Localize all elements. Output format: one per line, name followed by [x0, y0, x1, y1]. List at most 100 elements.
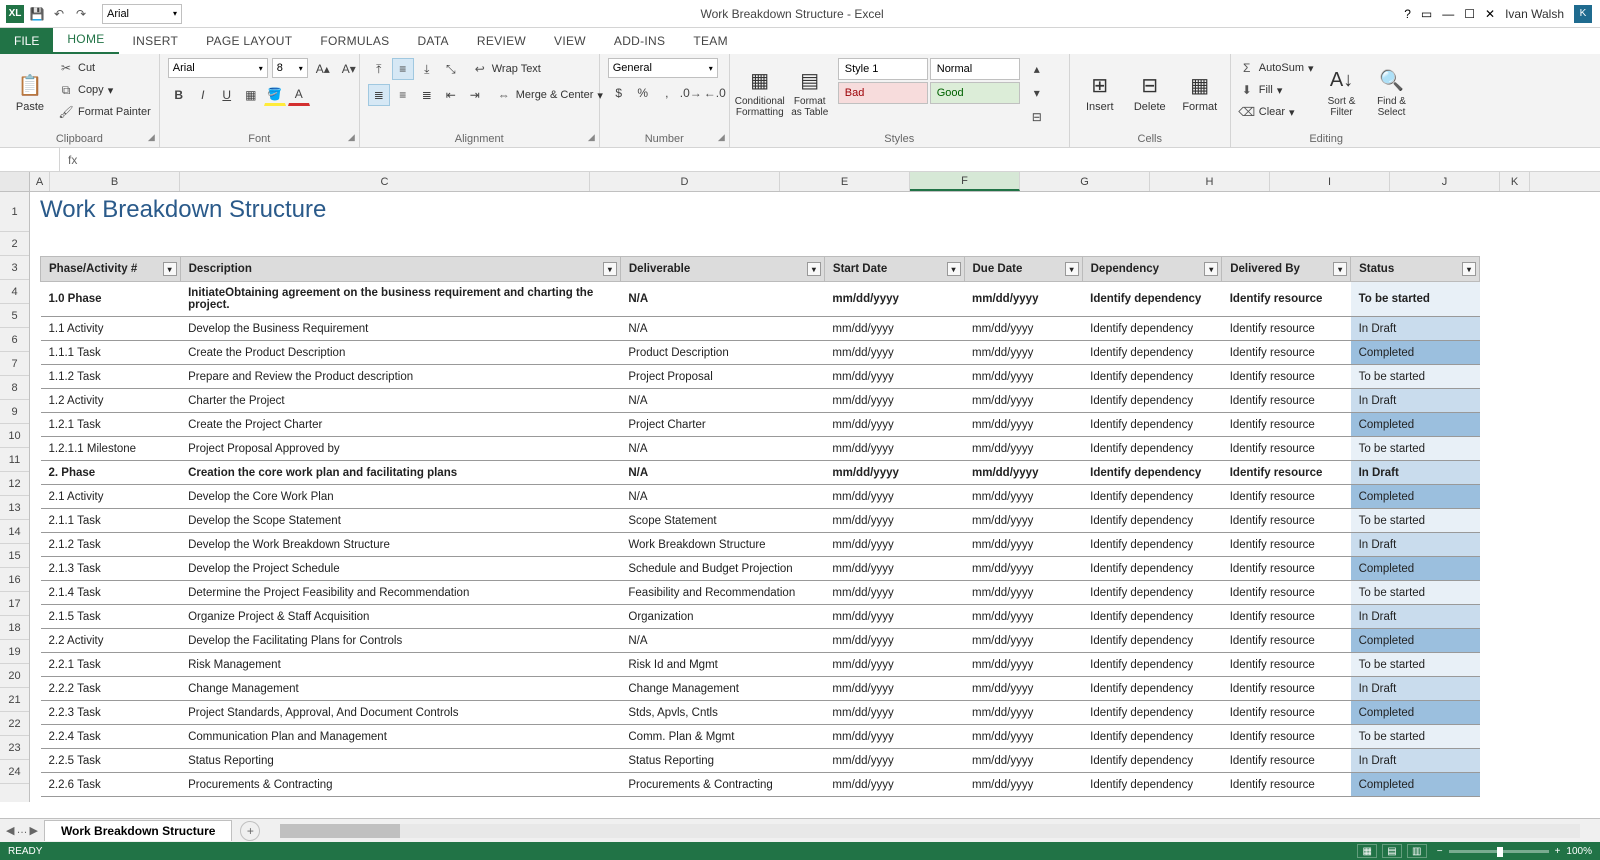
table-cell[interactable]: 2.1 Activity — [41, 485, 181, 509]
row-header-20[interactable]: 20 — [0, 664, 29, 688]
zoom-level[interactable]: 100% — [1566, 846, 1592, 857]
table-cell[interactable]: Risk Management — [180, 653, 620, 677]
tab-page-layout[interactable]: PAGE LAYOUT — [192, 28, 306, 54]
col-header-E[interactable]: E — [780, 172, 910, 191]
table-row[interactable]: 2.1.2 TaskDevelop the Work Breakdown Str… — [41, 533, 1480, 557]
table-row[interactable]: 2.2.6 TaskProcurements & ContractingProc… — [41, 773, 1480, 797]
filter-icon[interactable]: ▾ — [1204, 262, 1218, 276]
fx-icon[interactable]: fx — [60, 153, 85, 167]
table-cell[interactable]: Identify resource — [1222, 282, 1351, 317]
table-cell[interactable]: Completed — [1351, 413, 1480, 437]
table-cell[interactable]: mm/dd/yyyy — [824, 773, 964, 797]
table-cell[interactable]: Create the Product Description — [180, 341, 620, 365]
tab-data[interactable]: DATA — [403, 28, 462, 54]
font-color-button[interactable]: A — [288, 84, 310, 106]
table-cell[interactable]: mm/dd/yyyy — [964, 701, 1082, 725]
maximize-icon[interactable]: ☐ — [1464, 7, 1475, 21]
sheet-nav-prev-icon[interactable]: … — [16, 824, 27, 837]
save-icon[interactable]: 💾 — [28, 5, 46, 23]
col-header-F[interactable]: F — [910, 172, 1020, 191]
table-cell[interactable]: Develop the Core Work Plan — [180, 485, 620, 509]
table-cell[interactable]: 2.1.1 Task — [41, 509, 181, 533]
table-cell[interactable]: mm/dd/yyyy — [824, 605, 964, 629]
zoom-in-icon[interactable]: + — [1555, 846, 1561, 857]
table-header[interactable]: Status▾ — [1351, 257, 1480, 282]
dialog-launcher-icon[interactable]: ◢ — [348, 132, 355, 143]
table-cell[interactable]: mm/dd/yyyy — [824, 389, 964, 413]
table-cell[interactable]: Develop the Project Schedule — [180, 557, 620, 581]
tab-review[interactable]: REVIEW — [463, 28, 540, 54]
table-cell[interactable]: mm/dd/yyyy — [824, 557, 964, 581]
table-cell[interactable]: 1.0 Phase — [41, 282, 181, 317]
table-cell[interactable]: N/A — [620, 389, 824, 413]
style-style1[interactable]: Style 1 — [838, 58, 928, 80]
table-cell[interactable]: Identify resource — [1222, 389, 1351, 413]
table-cell[interactable]: Identify resource — [1222, 413, 1351, 437]
table-cell[interactable]: mm/dd/yyyy — [964, 461, 1082, 485]
table-cell[interactable]: Project Proposal — [620, 365, 824, 389]
close-icon[interactable]: ✕ — [1485, 7, 1495, 21]
col-header-D[interactable]: D — [590, 172, 780, 191]
row-header-6[interactable]: 6 — [0, 328, 29, 352]
table-cell[interactable]: mm/dd/yyyy — [964, 389, 1082, 413]
table-cell[interactable]: mm/dd/yyyy — [964, 773, 1082, 797]
table-cell[interactable]: 1.1 Activity — [41, 317, 181, 341]
row-header-9[interactable]: 9 — [0, 400, 29, 424]
row-header-8[interactable]: 8 — [0, 376, 29, 400]
table-cell[interactable]: In Draft — [1351, 533, 1480, 557]
row-header-3[interactable]: 3 — [0, 256, 29, 280]
table-cell[interactable]: 2.1.5 Task — [41, 605, 181, 629]
table-cell[interactable]: Organization — [620, 605, 824, 629]
accounting-icon[interactable]: $ — [608, 82, 630, 104]
table-cell[interactable]: Identify dependency — [1082, 629, 1222, 653]
tab-team[interactable]: TEAM — [679, 28, 742, 54]
table-row[interactable]: 1.2 ActivityCharter the ProjectN/Amm/dd/… — [41, 389, 1480, 413]
table-cell[interactable]: 2.1.4 Task — [41, 581, 181, 605]
table-cell[interactable]: mm/dd/yyyy — [824, 413, 964, 437]
table-cell[interactable]: Schedule and Budget Projection — [620, 557, 824, 581]
tab-view[interactable]: VIEW — [540, 28, 600, 54]
table-cell[interactable]: Identify resource — [1222, 365, 1351, 389]
table-cell[interactable]: Stds, Apvls, Cntls — [620, 701, 824, 725]
table-cell[interactable]: Scope Statement — [620, 509, 824, 533]
comma-icon[interactable]: , — [656, 82, 678, 104]
table-cell[interactable]: Identify dependency — [1082, 317, 1222, 341]
table-cell[interactable]: mm/dd/yyyy — [964, 629, 1082, 653]
table-cell[interactable]: mm/dd/yyyy — [824, 509, 964, 533]
table-cell[interactable]: mm/dd/yyyy — [964, 533, 1082, 557]
table-cell[interactable]: mm/dd/yyyy — [964, 413, 1082, 437]
tab-formulas[interactable]: FORMULAS — [306, 28, 403, 54]
table-header[interactable]: Phase/Activity #▾ — [41, 257, 181, 282]
col-header-K[interactable]: K — [1500, 172, 1530, 191]
table-cell[interactable]: Identify dependency — [1082, 749, 1222, 773]
table-header[interactable]: Start Date▾ — [824, 257, 964, 282]
filter-icon[interactable]: ▾ — [807, 262, 821, 276]
table-cell[interactable]: 1.2.1 Task — [41, 413, 181, 437]
delete-cells-button[interactable]: ⊟Delete — [1128, 58, 1172, 124]
table-cell[interactable]: Identify dependency — [1082, 461, 1222, 485]
align-left-icon[interactable]: ≣ — [368, 84, 390, 106]
table-cell[interactable]: InitiateObtaining agreement on the busin… — [180, 282, 620, 317]
percent-icon[interactable]: % — [632, 82, 654, 104]
row-header-11[interactable]: 11 — [0, 448, 29, 472]
table-cell[interactable]: Identify dependency — [1082, 389, 1222, 413]
table-cell[interactable]: Work Breakdown Structure — [620, 533, 824, 557]
row-header-16[interactable]: 16 — [0, 568, 29, 592]
table-cell[interactable]: Identify dependency — [1082, 341, 1222, 365]
ribbon-options-icon[interactable]: ▭ — [1421, 7, 1432, 21]
increase-indent-icon[interactable]: ⇥ — [464, 84, 486, 106]
table-cell[interactable]: mm/dd/yyyy — [824, 365, 964, 389]
user-name[interactable]: Ivan Walsh — [1505, 7, 1564, 21]
row-header-15[interactable]: 15 — [0, 544, 29, 568]
filter-icon[interactable]: ▾ — [1065, 262, 1079, 276]
row-header-2[interactable]: 2 — [0, 232, 29, 256]
table-cell[interactable]: 2.2.4 Task — [41, 725, 181, 749]
col-header-J[interactable]: J — [1390, 172, 1500, 191]
table-cell[interactable]: Identify dependency — [1082, 605, 1222, 629]
bold-button[interactable]: B — [168, 84, 190, 106]
table-cell[interactable]: Identify dependency — [1082, 581, 1222, 605]
table-cell[interactable]: In Draft — [1351, 677, 1480, 701]
dialog-launcher-icon[interactable]: ◢ — [718, 132, 725, 143]
copy-button[interactable]: ⧉Copy ▾ — [58, 80, 151, 100]
table-cell[interactable]: 2.2 Activity — [41, 629, 181, 653]
